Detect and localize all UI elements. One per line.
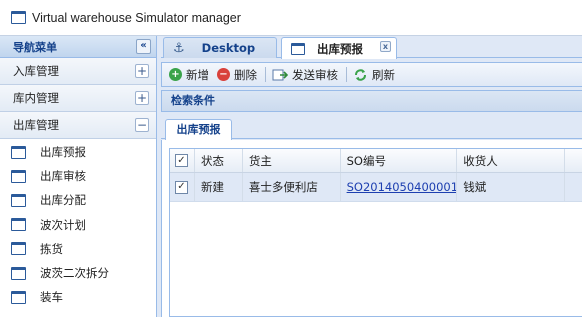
add-button[interactable]: + 新增 [169, 67, 209, 83]
grid-tab-label: 出库预报 [176, 123, 221, 136]
window-title: Virtual warehouse Simulator manager [32, 10, 241, 25]
window-titlebar: Virtual warehouse Simulator manager [0, 0, 582, 36]
grid-panel: ✓ 状态 货主 SO编号 收货人 ✓ 新建 喜士多便利店 SO201405040… [161, 140, 582, 317]
nav-section-label: 出库管理 [13, 118, 59, 132]
column-header-receiver[interactable]: 收货人 [457, 149, 566, 172]
delete-label: 删除 [234, 67, 257, 82]
delete-icon: − [217, 68, 230, 81]
nav-item-label: 波茨二次拆分 [40, 266, 109, 281]
grid-tab-strip: 出库预报 [161, 114, 582, 140]
anchor-icon: ⚓ [173, 40, 185, 56]
nav-section-label: 入库管理 [13, 64, 59, 78]
nav-item-label: 波次计划 [40, 217, 86, 232]
navigation-title: 导航菜单 [13, 40, 57, 54]
collapse-panel-button[interactable]: « [136, 39, 151, 54]
window-icon [11, 266, 26, 280]
nav-item-label: 出库审核 [40, 169, 86, 184]
table-row[interactable]: ✓ 新建 喜士多便利店 SO2014050400001 钱斌 [170, 173, 582, 202]
toolbar: + 新增 − 删除 发送审核 刷新 [161, 62, 582, 87]
window-icon [291, 42, 305, 55]
tab-desktop[interactable]: ⚓ Desktop [163, 37, 277, 58]
grid-header-row: ✓ 状态 货主 SO编号 收货人 [170, 149, 582, 173]
outbound-menu-list: 出库预报 出库审核 出库分配 波次计划 拣货 波茨二次拆分 装车 [0, 139, 156, 309]
refresh-button[interactable]: 刷新 [353, 67, 395, 83]
tab-label: Desktop [201, 41, 256, 55]
send-review-button[interactable]: 发送审核 [272, 67, 338, 83]
cell-so-number: SO2014050400001 [341, 173, 458, 201]
navigation-panel: 导航菜单 « 入库管理 + 库内管理 + 出库管理 − 出库预报 出库审核 出库… [0, 36, 157, 317]
cell-owner: 喜士多便利店 [243, 173, 341, 201]
add-label: 新增 [186, 67, 209, 82]
column-header-status[interactable]: 状态 [195, 149, 243, 172]
close-tab-icon[interactable]: x [380, 41, 391, 52]
nav-item-outbound-forecast[interactable]: 出库预报 [0, 140, 156, 164]
navigation-header: 导航菜单 « [0, 36, 156, 58]
nav-item-label: 出库分配 [40, 193, 86, 208]
window-icon [11, 290, 26, 304]
search-panel-title: 检索条件 [171, 94, 215, 107]
nav-item-wave-plan[interactable]: 波次计划 [0, 213, 156, 237]
delete-button[interactable]: − 删除 [217, 67, 257, 83]
send-icon [272, 69, 288, 80]
send-review-label: 发送审核 [292, 67, 338, 82]
expand-icon[interactable]: + [135, 64, 149, 78]
window-icon [11, 218, 26, 232]
nav-item-label: 装车 [40, 290, 63, 305]
collapse-icon[interactable]: − [135, 118, 149, 132]
nav-section-inbound[interactable]: 入库管理 + [0, 58, 156, 85]
nav-section-outbound[interactable]: 出库管理 − [0, 112, 156, 139]
grid-tab-outbound-forecast[interactable]: 出库预报 [165, 119, 232, 140]
nav-item-outbound-review[interactable]: 出库审核 [0, 164, 156, 188]
column-header-extra[interactable] [565, 149, 582, 172]
nav-item-wave-split[interactable]: 波茨二次拆分 [0, 261, 156, 285]
nav-item-label: 拣货 [40, 241, 63, 256]
refresh-label: 刷新 [372, 67, 395, 82]
select-all-checkbox[interactable]: ✓ [175, 154, 188, 167]
window-icon [11, 169, 26, 183]
window-icon [11, 193, 26, 207]
nav-item-loading[interactable]: 装车 [0, 285, 156, 309]
row-checkbox[interactable]: ✓ [175, 180, 188, 194]
nav-section-inventory[interactable]: 库内管理 + [0, 85, 156, 112]
tab-label: 出库预报 [317, 41, 363, 56]
main-area: ⚓ Desktop 出库预报 x + 新增 − 删除 发送审核 刷新 检索条件 … [161, 36, 582, 317]
so-number-link[interactable]: SO2014050400001 [347, 180, 457, 194]
refresh-icon [355, 68, 366, 81]
cell-receiver: 钱斌 [457, 173, 566, 201]
window-icon [11, 145, 26, 159]
cell-status: 新建 [195, 173, 243, 201]
window-icon [11, 242, 26, 256]
column-header-so-number[interactable]: SO编号 [341, 149, 458, 172]
column-header-owner[interactable]: 货主 [243, 149, 341, 172]
nav-item-picking[interactable]: 拣货 [0, 237, 156, 261]
expand-icon[interactable]: + [135, 91, 149, 105]
window-icon [11, 11, 26, 24]
search-panel-header[interactable]: 检索条件 [161, 90, 582, 112]
tab-outbound-forecast[interactable]: 出库预报 x [281, 37, 397, 59]
tab-strip: ⚓ Desktop 出库预报 x [161, 36, 582, 59]
nav-item-label: 出库预报 [40, 145, 86, 160]
cell-extra [565, 173, 582, 201]
nav-section-label: 库内管理 [13, 91, 59, 105]
add-icon: + [169, 68, 182, 81]
toolbar-separator [265, 67, 266, 82]
nav-item-outbound-allocation[interactable]: 出库分配 [0, 188, 156, 212]
select-all-cell: ✓ [170, 149, 195, 172]
toolbar-separator [346, 67, 347, 82]
row-select-cell: ✓ [170, 173, 195, 201]
data-grid: ✓ 状态 货主 SO编号 收货人 ✓ 新建 喜士多便利店 SO201405040… [169, 148, 582, 317]
